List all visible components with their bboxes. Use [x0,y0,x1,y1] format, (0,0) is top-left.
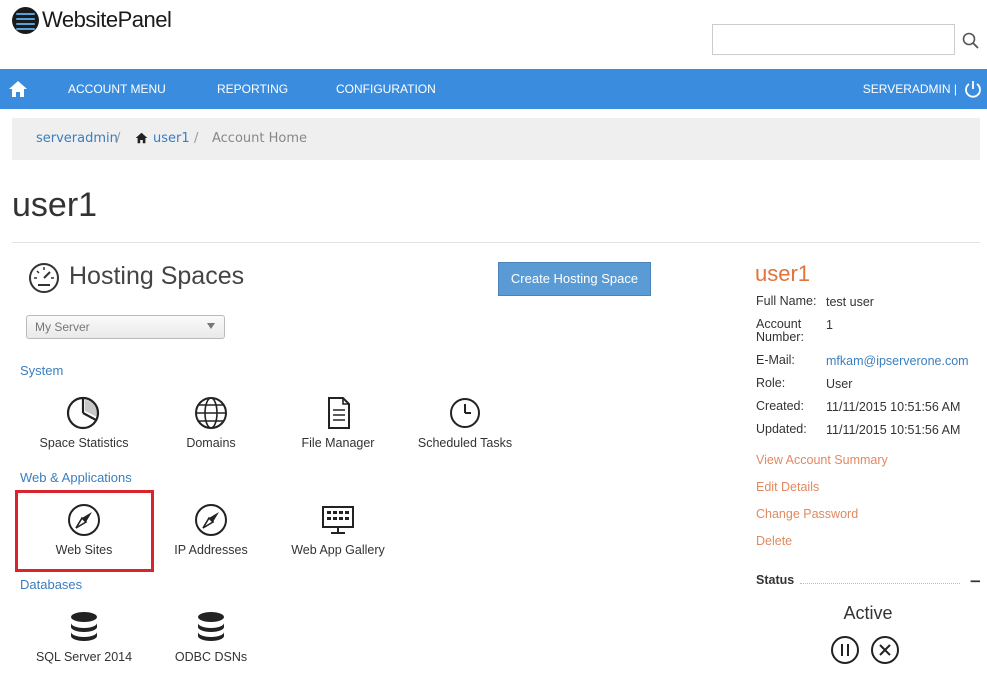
section-label-databases: Databases [20,577,83,592]
tile-sql-server-2014[interactable]: SQL Server 2014 [29,610,139,664]
tile-domains[interactable]: Domains [161,396,261,450]
tile-label: Web App Gallery [291,543,385,557]
nav-account-menu[interactable]: ACCOUNT MENU [68,69,166,109]
nav-reporting[interactable]: REPORTING [217,69,288,109]
database-icon [198,612,224,641]
logo-text: WebsitePanel [42,7,172,32]
pause-icon[interactable] [830,635,860,665]
globe-icon [195,397,227,429]
power-icon[interactable] [963,79,983,99]
highlight-box [15,490,154,572]
status-label: Status [756,573,795,587]
status-divider [800,583,960,584]
nav-user[interactable]: SERVERADMIN | [863,69,957,109]
breadcrumb-serveradmin[interactable]: serveradmin [36,118,118,160]
tile-label: Domains [186,436,236,450]
home-icon [135,132,148,144]
nav-configuration[interactable]: CONFIGURATION [336,69,436,109]
search-icon[interactable] [961,31,981,51]
tile-space-statistics[interactable]: Space Statistics [34,396,134,450]
create-hosting-space-button[interactable]: Create Hosting Space [498,262,651,296]
field-value-role: User [826,377,853,391]
tile-file-manager[interactable]: File Manager [288,396,388,450]
cancel-icon[interactable] [870,635,900,665]
field-label-created: Created: [756,399,804,413]
field-value-full-name: test user [826,295,874,309]
account-title: user1 [755,261,811,286]
field-value-updated: 11/11/2015 10:51:56 AM [826,423,961,437]
breadcrumb-separator: / [116,131,121,146]
status-value: Active [843,603,893,623]
home-icon[interactable] [8,80,28,98]
breadcrumb-account-home: Account Home [212,131,308,146]
section-label-system: System [20,363,64,378]
collapse-icon[interactable]: − [969,572,982,590]
tile-odbc-dsns[interactable]: ODBC DSNs [161,610,261,664]
dashboard-gauge-icon [29,263,59,293]
clock-icon [450,398,480,428]
tile-label: File Manager [301,436,375,450]
keyboard-icon [322,506,354,534]
tile-label: Space Statistics [39,436,129,450]
chevron-down-icon[interactable] [207,323,215,329]
logo-icon [12,6,39,34]
tile-label: SQL Server 2014 [35,650,133,664]
change-password-link[interactable]: Change Password [756,507,858,521]
section-label-web-applications: Web & Applications [20,470,132,485]
divider [12,242,980,243]
field-label-email: E-Mail: [756,353,795,367]
tile-ip-addresses[interactable]: IP Addresses [161,503,261,557]
tile-scheduled-tasks[interactable]: Scheduled Tasks [410,396,520,450]
server-select[interactable]: My Server [26,315,225,339]
field-label-role: Role: [756,376,786,390]
tile-label: IP Addresses [174,543,248,557]
page-title: user1 [12,186,98,224]
logo[interactable]: WebsitePanel [12,4,172,36]
compass-icon [195,504,227,536]
field-value-email[interactable]: mfkam@ipserverone.com [826,354,969,368]
field-label-full-name: Full Name: [756,294,817,308]
breadcrumb-separator: / [194,131,199,146]
search-input[interactable] [712,24,955,55]
field-label-updated: Updated: [756,422,807,436]
view-account-summary-link[interactable]: View Account Summary [756,453,888,467]
pie-chart-icon [66,396,100,430]
field-value-created: 11/11/2015 10:51:56 AM [826,400,961,414]
breadcrumb-user1[interactable]: user1 [153,118,190,160]
field-value-account-number: 1 [826,318,833,332]
tile-label: Scheduled Tasks [417,436,513,450]
edit-details-link[interactable]: Edit Details [756,480,819,494]
tile-label: ODBC DSNs [174,650,248,664]
delete-link[interactable]: Delete [756,534,792,548]
hosting-spaces-title: Hosting Spaces [69,262,245,290]
field-label-account-number: Account Number: [756,317,804,344]
document-icon [328,397,350,429]
database-icon [71,612,97,641]
tile-web-app-gallery[interactable]: Web App Gallery [283,503,393,557]
